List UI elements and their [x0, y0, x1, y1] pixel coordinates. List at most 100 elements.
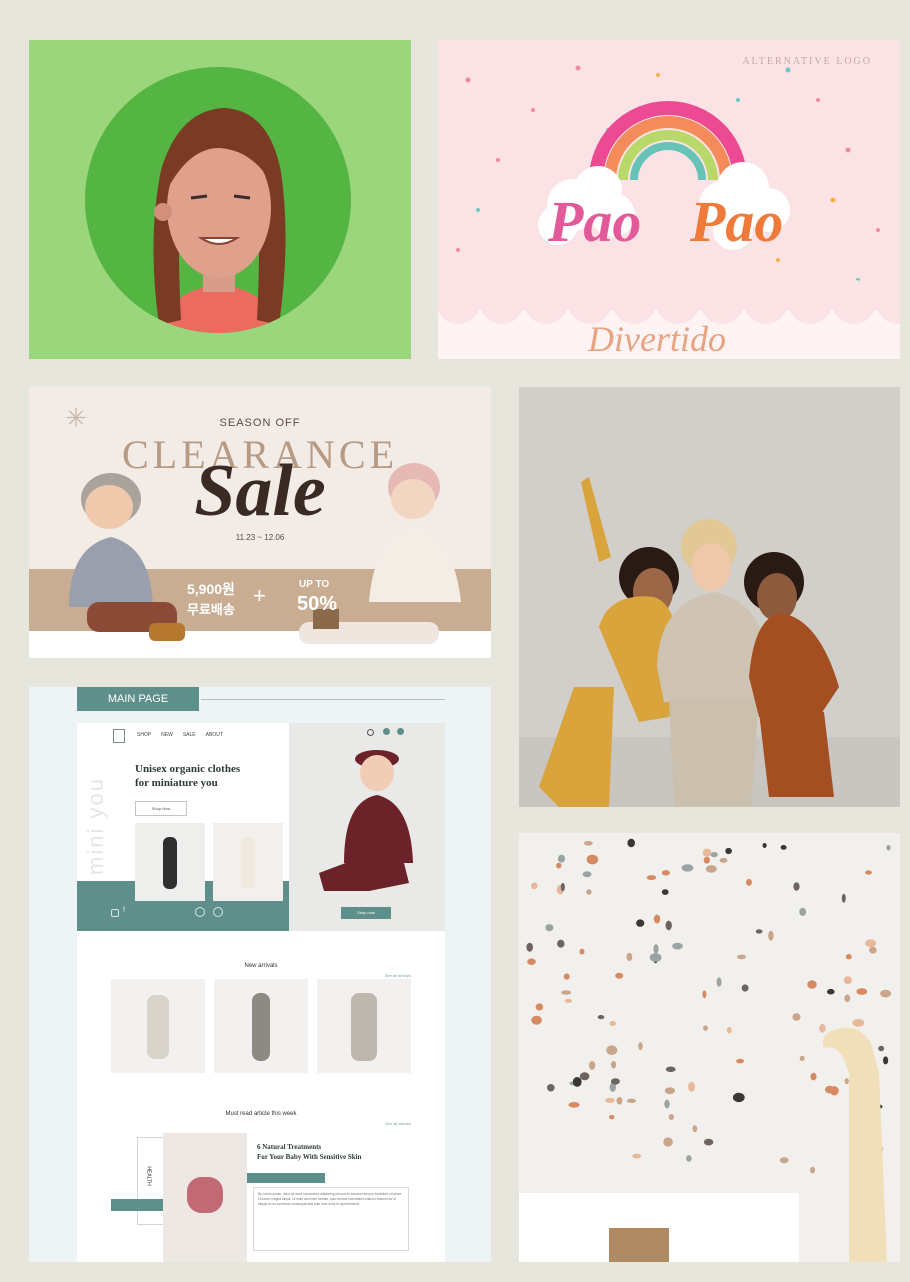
terrazzo-dot	[737, 954, 746, 960]
terrazzo-dot	[869, 946, 877, 954]
terrazzo-dot	[841, 893, 846, 903]
script-tagline: Divertido	[588, 319, 726, 359]
terrazzo-dot	[547, 1084, 555, 1092]
terrazzo-dot	[606, 1045, 618, 1055]
terrazzo-dot	[636, 919, 645, 927]
terrazzo-dot	[883, 1056, 889, 1065]
website-mockup: MAIN PAGE SHOP NEW SALE ABOUT mini you U…	[29, 687, 491, 1262]
terrazzo-dot	[710, 852, 718, 858]
facebook-icon[interactable]: f	[123, 907, 125, 914]
hero-photo: Shop now	[289, 723, 445, 931]
terrazzo-dot	[702, 990, 707, 999]
article-side-label: HEALTH	[145, 1166, 152, 1186]
terrazzo-dot	[703, 856, 710, 864]
hero-title-line-1: Unisex organic clothes	[135, 763, 241, 775]
terrazzo-dot	[793, 882, 800, 891]
terrazzo-dot	[582, 871, 592, 878]
terrazzo-dot	[762, 843, 767, 848]
terrazzo-dot	[632, 1153, 641, 1159]
confetti-and-rainbow	[438, 65, 900, 359]
terrazzo-dot	[568, 1102, 580, 1108]
terrazzo-dot	[531, 882, 538, 890]
site-page: SHOP NEW SALE ABOUT mini you Unisex orga…	[77, 723, 445, 1262]
terrazzo-dot	[844, 1078, 849, 1085]
promo-shipping: 무료배송	[187, 602, 235, 617]
terrazzo-dot	[646, 875, 657, 881]
terrazzo-dot	[664, 1087, 675, 1095]
terrazzo-dot	[557, 854, 566, 863]
terrazzo-dot	[626, 952, 633, 962]
terrazzo-dot	[780, 845, 787, 850]
terrazzo-dot	[792, 1013, 801, 1021]
instagram-icon[interactable]	[111, 909, 119, 917]
nav-sale[interactable]: SALE	[183, 732, 196, 738]
new-arrivals-link[interactable]: See all arrivals	[385, 973, 411, 978]
article-title-line-1[interactable]: 6 Natural Treatments	[257, 1143, 321, 1151]
next-arrow-icon[interactable]	[213, 907, 223, 917]
terrazzo-dot	[557, 939, 565, 948]
terrazzo-dot	[597, 1015, 605, 1020]
article-section-title: Must read article this week	[225, 1111, 297, 1117]
terrazzo-dot	[732, 1092, 745, 1103]
terrazzo-dot	[653, 944, 659, 954]
terrazzo-dot	[755, 929, 763, 934]
terrazzo-dot	[661, 870, 670, 876]
article-title-line-2[interactable]: For Your Baby With Sensitive Skin	[257, 1153, 361, 1161]
terrazzo-dot	[579, 948, 585, 955]
terrazzo-dot	[878, 1045, 885, 1052]
terrazzo-dot	[626, 1098, 636, 1103]
terrazzo-dot	[663, 1137, 673, 1147]
product-thumb-2[interactable]	[213, 823, 283, 901]
article-photo[interactable]	[163, 1133, 247, 1262]
plus-sign: +	[253, 583, 266, 608]
terrazzo-dot	[844, 994, 851, 1003]
hero-shop-button[interactable]: Shop Now	[135, 801, 187, 816]
terrazzo-dot	[702, 848, 712, 857]
terrazzo-dot	[779, 1157, 789, 1164]
terrazzo-dot	[845, 954, 852, 960]
terrazzo-dot	[768, 930, 774, 941]
nav-about[interactable]: ABOUT	[206, 732, 223, 738]
terrazzo-dot	[665, 920, 672, 931]
terrazzo-dot	[703, 1138, 714, 1146]
article-section-link[interactable]: See all articles	[385, 1121, 411, 1126]
nav-shop[interactable]: SHOP	[137, 732, 151, 738]
terrazzo-dot	[856, 988, 868, 995]
terrazzo-dot	[886, 845, 891, 851]
terrazzo-dot	[746, 878, 752, 886]
terrazzo-dot	[681, 864, 694, 872]
clearance-sale-banner: ✳ SEASON OFF CLEARANCE Sale 11.23 ~ 12.0…	[29, 387, 491, 658]
hero-photo-button[interactable]: Shop now	[341, 907, 391, 919]
prev-arrow-icon[interactable]	[195, 907, 205, 917]
kids-photo	[519, 387, 900, 807]
three-kids-illustration	[519, 477, 900, 807]
arrival-card-1[interactable]	[111, 979, 205, 1073]
article-body: By Lorem Ipsum, dolor sit amet consectet…	[253, 1187, 409, 1251]
terrazzo-dot	[827, 988, 835, 995]
main-page-tab[interactable]: MAIN PAGE	[77, 687, 199, 711]
logo-word-right: Pao	[690, 189, 784, 254]
terrazzo-dot	[609, 1021, 616, 1026]
terrazzo-dot	[865, 939, 877, 948]
terrazzo-dot	[807, 980, 817, 989]
terrazzo-dot	[564, 998, 572, 1003]
hero-title-line-2: for miniature you	[135, 777, 218, 789]
terrazzo-dot	[545, 924, 554, 932]
terrazzo-dot	[665, 1066, 676, 1073]
avatar-illustration-tile	[29, 40, 411, 359]
product-thumb-1[interactable]	[135, 823, 205, 901]
terrazzo-dot	[686, 1155, 692, 1162]
arrival-card-2[interactable]	[214, 979, 308, 1073]
upto-label: UP TO	[299, 579, 330, 590]
terrazzo-dot	[583, 841, 593, 846]
terrazzo-dot	[527, 958, 536, 965]
arrival-card-3[interactable]	[317, 979, 411, 1073]
nav-new[interactable]: NEW	[161, 732, 173, 738]
logo-icon[interactable]	[113, 729, 125, 743]
pao-pao-logo-tile: ALTERNATIVE LOGO Pao Pao Divertido	[438, 40, 900, 359]
terrazzo-dot	[810, 1072, 817, 1081]
terrazzo-dot	[563, 973, 570, 980]
site-nav: SHOP NEW SALE ABOUT	[137, 732, 223, 738]
terrazzo-dot	[535, 1003, 544, 1011]
terrazzo-dot	[611, 1061, 617, 1069]
